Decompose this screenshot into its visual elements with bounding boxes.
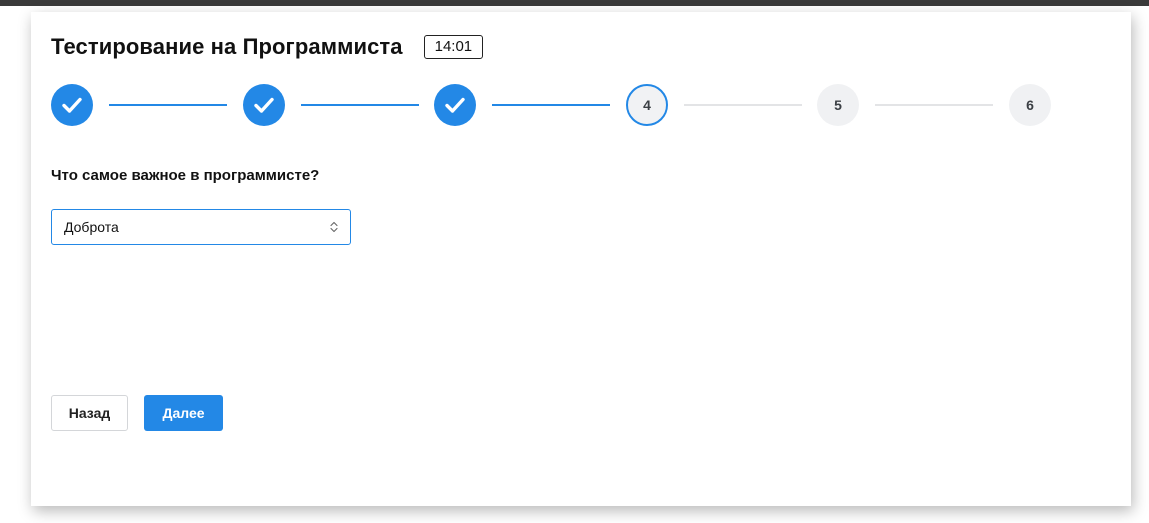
step-3	[434, 84, 476, 126]
answer-select-value: Доброта	[64, 219, 119, 235]
step-number: 6	[1026, 97, 1034, 113]
step-connector	[492, 104, 610, 106]
next-button[interactable]: Далее	[144, 395, 223, 431]
check-icon	[62, 97, 82, 113]
step-connector	[684, 104, 802, 106]
question-text: Что самое важное в программисте?	[51, 167, 320, 184]
step-1	[51, 84, 93, 126]
step-6: 6	[1009, 84, 1051, 126]
answer-select[interactable]: Доброта	[51, 209, 351, 245]
quiz-card: Тестирование на Программиста 14:01 4 5 6…	[31, 12, 1131, 506]
window-top-bar	[0, 0, 1149, 6]
step-connector	[875, 104, 993, 106]
step-5: 5	[817, 84, 859, 126]
step-number: 5	[834, 97, 842, 113]
check-icon	[254, 97, 274, 113]
step-4: 4	[626, 84, 668, 126]
step-connector	[301, 104, 419, 106]
select-arrows-icon	[330, 221, 338, 233]
back-button[interactable]: Назад	[51, 395, 128, 431]
step-connector	[109, 104, 227, 106]
step-number: 4	[643, 97, 651, 113]
step-2	[243, 84, 285, 126]
stepper: 4 5 6	[31, 12, 1131, 152]
check-icon	[445, 97, 465, 113]
